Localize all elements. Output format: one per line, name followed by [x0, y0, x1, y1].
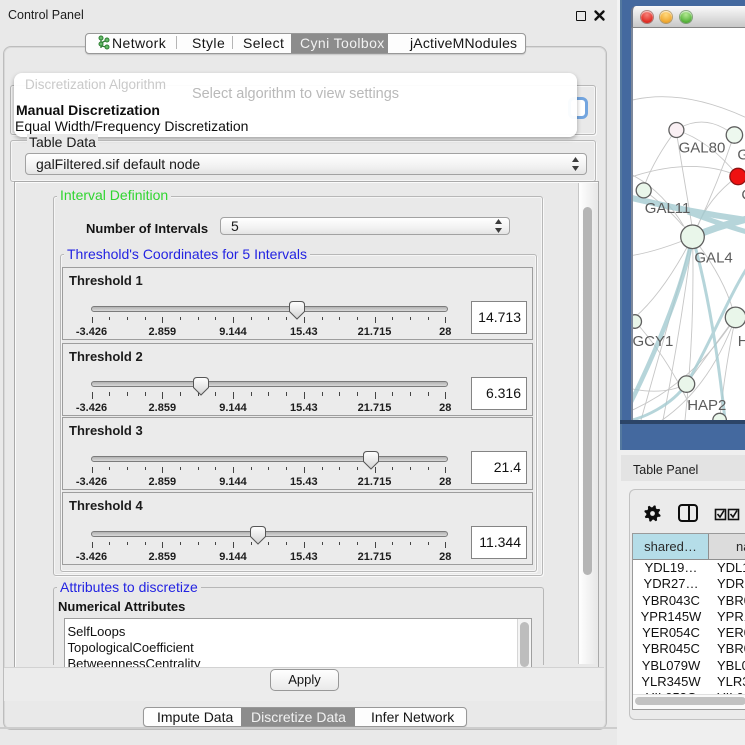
svg-text:GA: GA [737, 147, 745, 164]
svg-text:GAL4: GAL4 [694, 250, 732, 267]
svg-text:HAP2: HAP2 [687, 397, 726, 414]
svg-text:H: H [738, 333, 745, 350]
svg-text:GCY1: GCY1 [633, 333, 673, 350]
svg-text:GAL11: GAL11 [645, 200, 691, 217]
svg-text:GAL80: GAL80 [679, 140, 726, 157]
svg-text:C: C [741, 187, 745, 204]
